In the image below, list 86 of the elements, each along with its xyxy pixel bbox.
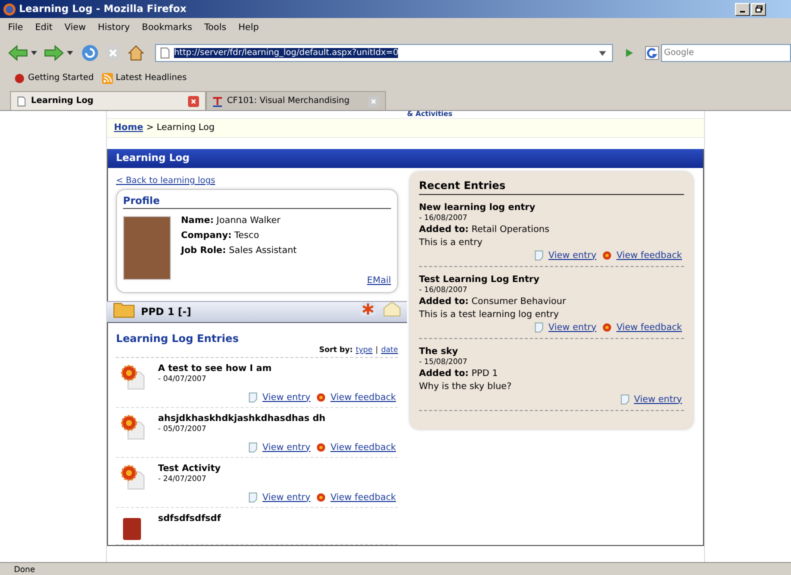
unit-title: PPD 1 [-] bbox=[141, 306, 192, 318]
go-icon[interactable] bbox=[624, 48, 634, 58]
dropdown-icon[interactable] bbox=[31, 51, 37, 55]
view-feedback-link[interactable]: View feedback bbox=[330, 442, 396, 452]
document-icon bbox=[534, 322, 544, 333]
home-icon[interactable] bbox=[126, 44, 146, 62]
entry-title: Test Learning Log Entry bbox=[419, 275, 540, 285]
feedback-icon bbox=[316, 492, 326, 503]
activity-icon bbox=[120, 364, 146, 390]
maximize-button[interactable] bbox=[751, 2, 766, 16]
asterisk-icon[interactable] bbox=[359, 300, 377, 318]
view-entry-link[interactable]: View entry bbox=[262, 492, 310, 502]
entry-text: Why is the sky blue? bbox=[419, 382, 512, 392]
back-arrow-icon[interactable] bbox=[8, 44, 28, 62]
document-icon bbox=[248, 442, 258, 453]
document-icon bbox=[248, 492, 258, 503]
view-entry-link[interactable]: View entry bbox=[548, 250, 596, 260]
profile-field: Name: Joanna Walker bbox=[181, 216, 297, 226]
menu-item[interactable]: Bookmarks bbox=[142, 23, 192, 33]
address-field[interactable]: http://server/fdr/learning_log/default.aspx?unitIdx=0 bbox=[155, 44, 613, 62]
view-feedback-link[interactable]: View feedback bbox=[616, 250, 682, 260]
entries-heading: Learning Log Entries bbox=[116, 333, 240, 345]
home-link[interactable]: Home bbox=[114, 123, 144, 133]
view-feedback-link[interactable]: View feedback bbox=[330, 392, 396, 402]
page-icon bbox=[17, 96, 26, 106]
browser-tab[interactable]: Learning Log bbox=[10, 91, 206, 110]
reload-icon[interactable] bbox=[80, 44, 100, 62]
entry-title: New learning log entry bbox=[419, 203, 536, 213]
unit-bar[interactable]: PPD 1 [-] bbox=[107, 301, 407, 323]
activity-icon bbox=[120, 414, 146, 440]
profile-field: Company: Tesco bbox=[181, 231, 297, 241]
email-link[interactable]: EMail bbox=[367, 276, 391, 286]
back-link[interactable]: < Back to learning logs bbox=[116, 176, 398, 186]
entry-text: This is a test learning log entry bbox=[419, 310, 560, 320]
feedback-icon bbox=[602, 250, 612, 261]
profile-field: Job Role: Sales Assistant bbox=[181, 246, 297, 256]
added-to-text: Added to: Retail Operations bbox=[419, 225, 550, 235]
added-to-text: Added to: Consumer Behaviour bbox=[419, 297, 567, 307]
entry-text: This is a entry bbox=[419, 238, 484, 248]
view-entry-link[interactable]: View entry bbox=[548, 322, 596, 332]
document-icon bbox=[534, 250, 544, 261]
view-feedback-link[interactable]: View feedback bbox=[330, 492, 396, 502]
minimize-button[interactable] bbox=[735, 2, 750, 16]
view-entry-link[interactable]: View entry bbox=[634, 394, 682, 404]
photo-placeholder bbox=[123, 216, 171, 280]
recent-title: Recent Entries bbox=[419, 180, 684, 195]
menu-item[interactable]: History bbox=[98, 23, 130, 33]
activity-icon bbox=[120, 464, 146, 490]
browser-tab[interactable]: CF101: Visual Merchandising bbox=[206, 91, 386, 110]
document-icon bbox=[248, 392, 258, 403]
entry-title: sdfsdfsdfsdf bbox=[158, 514, 221, 524]
menu-item[interactable]: Edit bbox=[35, 23, 52, 33]
document-icon bbox=[620, 394, 630, 405]
entry-title: Test Activity bbox=[158, 464, 221, 474]
status-text: Done bbox=[14, 564, 36, 574]
bookmark-item[interactable]: Latest Headlines bbox=[102, 72, 187, 84]
forward-arrow-icon[interactable] bbox=[44, 44, 64, 62]
window-title: Learning Log - Mozilla Firefox bbox=[19, 4, 188, 14]
globe-icon bbox=[3, 2, 16, 16]
added-to-text: Added to: PPD 1 bbox=[419, 369, 499, 379]
entry-title: A test to see how I am bbox=[158, 364, 272, 374]
page-icon bbox=[160, 47, 170, 59]
profile-title: Profile bbox=[123, 196, 391, 209]
entry-title: ahsjdkhaskhdkjashkdhasdhas dh bbox=[158, 414, 326, 424]
site-icon bbox=[213, 96, 222, 106]
feedback-icon bbox=[316, 442, 326, 453]
view-feedback-link[interactable]: View feedback bbox=[616, 322, 682, 332]
entry-title: The sky bbox=[419, 347, 459, 357]
search-field[interactable]: Google bbox=[661, 44, 791, 62]
bookmark-item[interactable]: Getting Started bbox=[14, 72, 94, 84]
view-entry-link[interactable]: View entry bbox=[262, 392, 310, 402]
menu-item[interactable]: Tools bbox=[204, 23, 226, 33]
restore-icon bbox=[754, 5, 762, 13]
breadcrumb-text: > Learning Log bbox=[146, 123, 215, 133]
dropdown-icon[interactable] bbox=[599, 50, 606, 56]
menu-item[interactable]: Help bbox=[238, 23, 259, 33]
menu-item[interactable]: File bbox=[8, 23, 24, 33]
dropdown-icon[interactable] bbox=[67, 51, 73, 55]
feedback-icon bbox=[316, 392, 326, 403]
close-icon[interactable] bbox=[188, 96, 199, 106]
feedback-icon bbox=[602, 322, 612, 333]
panel-title: Learning Log bbox=[116, 153, 190, 164]
menu-item[interactable]: View bbox=[64, 23, 86, 33]
view-entry-link[interactable]: View entry bbox=[262, 442, 310, 452]
search-engine-icon[interactable] bbox=[645, 46, 659, 60]
rss-feed-icon bbox=[102, 72, 113, 84]
